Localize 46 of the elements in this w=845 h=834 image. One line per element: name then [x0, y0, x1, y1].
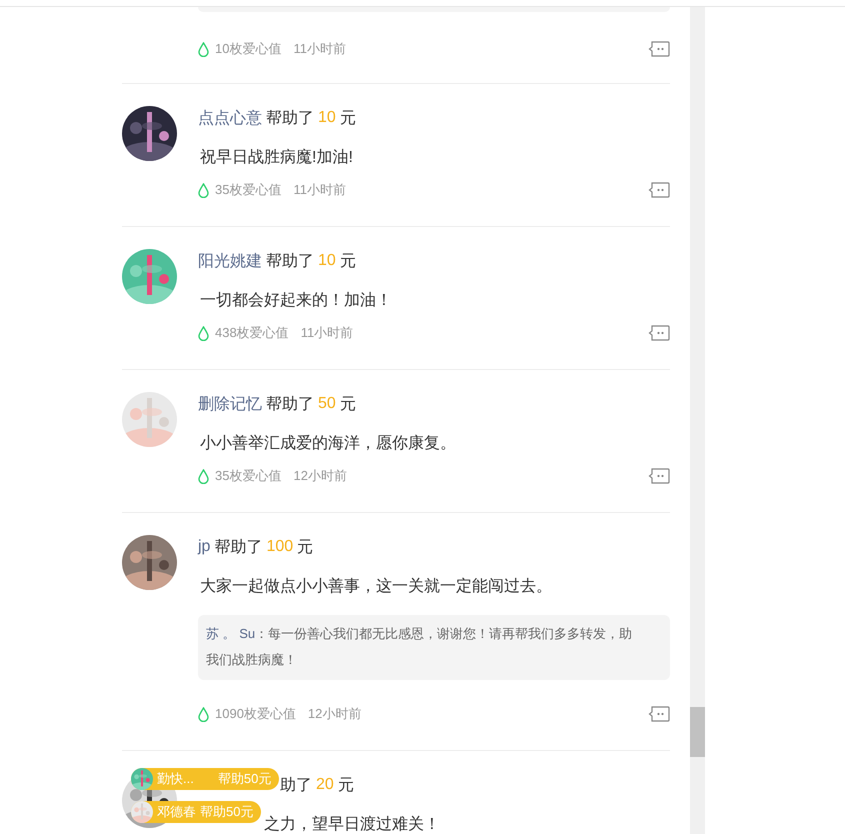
helped-label: 帮助了 — [266, 108, 314, 128]
donation-amount: 100 — [266, 538, 294, 556]
time-ago: 11小时前 — [293, 181, 346, 199]
helped-label: 帮助了 — [214, 538, 262, 558]
comment-text: 大家一起做点小小善事，这一关就一定能闯过去。 — [200, 576, 553, 597]
reply-text: 苏 。 Su：每一份善心我们都无比感恩，谢谢您！请再帮我们多多转发，助我们战胜病魔！ — [198, 615, 670, 680]
donation-amount: 20 — [316, 776, 334, 794]
time-ago: 12小时前 — [293, 467, 347, 485]
comment-icon[interactable] — [648, 706, 670, 722]
donor-name[interactable]: 点点心意 — [198, 108, 262, 128]
water-drop-icon — [198, 326, 209, 340]
love-points: 10枚爱心值 — [215, 40, 282, 58]
helped-label: 助了 — [280, 776, 312, 796]
comment-icon[interactable] — [648, 182, 670, 198]
donor-name[interactable]: 阳光姚建 — [198, 250, 262, 272]
comment-text: 一切都会好起来的！加油！ — [200, 290, 393, 311]
time-ago: 12小时前 — [308, 705, 362, 723]
helped-label: 帮助了 — [266, 252, 314, 272]
currency-label: 元 — [340, 394, 356, 414]
comment-icon[interactable] — [648, 468, 670, 484]
time-ago: 11小时前 — [300, 324, 354, 342]
water-drop-icon — [198, 42, 209, 56]
donation-amount: 10 — [318, 252, 336, 270]
currency-label: 元 — [340, 108, 356, 128]
currency-label: 元 — [340, 252, 356, 272]
helped-label: 帮助了 — [266, 394, 314, 414]
donation-amount: 10 — [318, 109, 336, 127]
water-drop-icon — [198, 706, 209, 722]
comment-text: 祝早日战胜病魔!加油! — [200, 148, 354, 168]
comment-text: 之力，望早日渡过难关！ — [263, 814, 441, 834]
scrollbar[interactable] — [690, 7, 705, 834]
comment-text: 小小善举汇成爱的海洋，愿你康复。 — [200, 433, 457, 454]
love-points: 1090枚爱心值 — [215, 705, 296, 723]
donor-name[interactable]: jp — [198, 538, 210, 556]
currency-label: 元 — [297, 538, 314, 558]
water-drop-icon — [198, 182, 209, 198]
time-ago: 11小时前 — [293, 40, 346, 58]
love-points: 35枚爱心值 — [215, 181, 282, 199]
water-drop-icon — [198, 468, 209, 484]
love-points: 35枚爱心值 — [215, 467, 282, 485]
comment-icon[interactable] — [648, 325, 670, 341]
donation-amount: 50 — [318, 395, 336, 413]
donor-name[interactable]: 删除记忆 — [198, 394, 262, 414]
comment-icon[interactable] — [648, 41, 670, 57]
currency-label: 元 — [338, 776, 354, 796]
love-points: 438枚爱心值 — [215, 324, 289, 342]
